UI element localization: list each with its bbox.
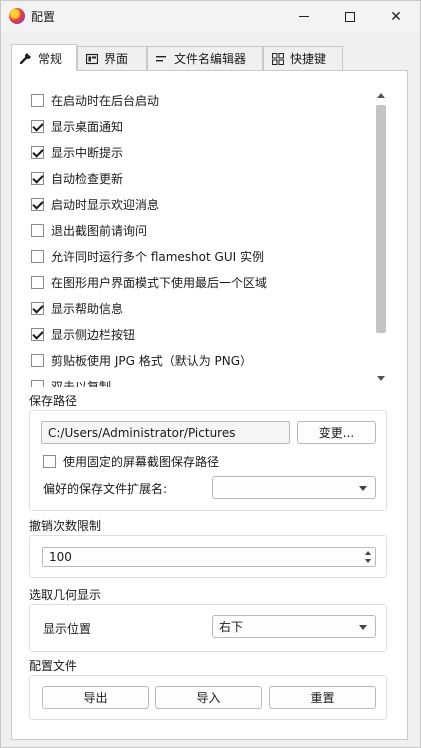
change-path-button[interactable]: 变更... [297, 421, 376, 444]
chevron-down-icon [359, 625, 367, 630]
option-show-desktop-notifications[interactable]: 显示桌面通知 [31, 116, 123, 136]
option-label: 启动时显示欢迎消息 [51, 197, 160, 212]
checkbox[interactable] [31, 223, 44, 237]
checkbox[interactable] [31, 379, 44, 387]
option-show-welcome-message[interactable]: 启动时显示欢迎消息 [31, 194, 159, 214]
checkbox[interactable] [31, 301, 44, 315]
close-icon: ✕ [390, 8, 402, 25]
tab-interface[interactable]: 界面 [77, 46, 147, 70]
close-button[interactable]: ✕ [373, 1, 419, 32]
option-label: 在启动时在后台启动 [51, 93, 160, 108]
config-window: 配置 ✕ 常规 界面 文件名编辑器 快捷键 在启动时在后台启动 显示桌面通知 显… [0, 0, 421, 748]
fixed-save-path-label: 使用固定的屏幕截图保存路径 [63, 454, 220, 469]
title-bar[interactable]: 配置 ✕ [1, 1, 420, 32]
minimize-button[interactable] [281, 1, 327, 32]
minimize-icon [299, 16, 309, 17]
save-path-title: 保存路径 [29, 394, 78, 408]
tab-filename-editor[interactable]: 文件名编辑器 [147, 46, 263, 70]
checkbox[interactable] [31, 275, 44, 289]
wrench-icon [19, 52, 32, 65]
options-scroll-area[interactable]: 在启动时在后台启动 显示桌面通知 显示中断提示 自动检查更新 启动时显示欢迎消息… [21, 85, 391, 387]
checkbox[interactable] [31, 119, 44, 133]
tab-general[interactable]: 常规 [11, 44, 77, 71]
tab-shortcuts[interactable]: 快捷键 [263, 46, 343, 70]
scroll-down-arrow-icon[interactable] [377, 376, 385, 381]
maximize-button[interactable] [327, 1, 373, 32]
checkbox[interactable] [31, 93, 44, 107]
spin-up-icon[interactable] [365, 551, 371, 555]
undo-limit-value: 100 [49, 550, 72, 564]
option-label: 显示中断提示 [51, 145, 124, 160]
option-label: 自动检查更新 [51, 171, 124, 186]
checkbox[interactable] [31, 353, 44, 367]
reset-button[interactable]: 重置 [269, 686, 376, 709]
undo-limit-title: 撤销次数限制 [29, 519, 102, 533]
option-use-last-region[interactable]: 在图形用户界面模式下使用最后一个区域 [31, 272, 267, 292]
chevron-down-icon [359, 486, 367, 491]
option-label: 显示侧边栏按钮 [51, 327, 136, 342]
option-label: 在图形用户界面模式下使用最后一个区域 [51, 275, 268, 290]
option-auto-check-updates[interactable]: 自动检查更新 [31, 168, 123, 188]
option-label: 双击以复制 [51, 379, 112, 388]
checkbox[interactable] [31, 327, 44, 341]
option-allow-multiple-instances[interactable]: 允许同时运行多个 flameshot GUI 实例 [31, 246, 264, 266]
option-show-sidebar-button[interactable]: 显示侧边栏按钮 [31, 324, 135, 344]
option-label: 允许同时运行多个 flameshot GUI 实例 [51, 249, 264, 264]
extension-dropdown[interactable] [212, 476, 376, 499]
tab-shortcuts-label: 快捷键 [290, 52, 327, 66]
option-show-abort-notification[interactable]: 显示中断提示 [31, 142, 123, 162]
checkbox[interactable] [31, 145, 44, 159]
spin-down-icon[interactable] [365, 559, 371, 563]
checkbox[interactable] [31, 171, 44, 185]
display-position-label: 显示位置 [43, 622, 92, 636]
maximize-icon [345, 11, 355, 22]
fixed-save-path-option[interactable]: 使用固定的屏幕截图保存路径 [43, 451, 219, 471]
option-clipboard-jpg[interactable]: 剪贴板使用 JPG 格式（默认为 PNG） [31, 350, 252, 370]
checkbox[interactable] [31, 197, 44, 211]
export-button[interactable]: 导出 [42, 686, 149, 709]
option-label: 退出截图前请询问 [51, 223, 148, 238]
flameshot-app-icon [9, 8, 25, 24]
options-scrollbar[interactable] [374, 89, 388, 385]
tab-interface-label: 界面 [104, 52, 129, 66]
option-ask-before-exit[interactable]: 退出截图前请询问 [31, 220, 147, 240]
tab-general-label: 常规 [38, 51, 63, 66]
config-file-title: 配置文件 [29, 659, 78, 673]
option-double-click-copy[interactable]: 双击以复制 [31, 376, 111, 387]
undo-limit-spinbox[interactable]: 100 [42, 547, 376, 567]
option-label: 剪贴板使用 JPG 格式（默认为 PNG） [51, 353, 253, 368]
option-show-help[interactable]: 显示帮助信息 [31, 298, 123, 318]
layout-icon [85, 53, 99, 65]
import-button[interactable]: 导入 [155, 686, 262, 709]
text-lines-icon [156, 53, 168, 65]
scroll-up-arrow-icon[interactable] [377, 93, 385, 98]
option-label: 显示帮助信息 [51, 301, 124, 316]
checkbox[interactable] [31, 249, 44, 263]
option-start-in-background[interactable]: 在启动时在后台启动 [31, 90, 159, 110]
option-label: 显示桌面通知 [51, 119, 124, 134]
grid-icon [272, 52, 284, 65]
display-position-value: 右下 [219, 620, 244, 634]
tab-filename-editor-label: 文件名编辑器 [174, 52, 247, 66]
geometry-display-title: 选取几何显示 [29, 588, 102, 602]
window-title: 配置 [31, 10, 56, 24]
extension-label: 偏好的保存文件扩展名: [43, 482, 168, 496]
display-position-dropdown[interactable]: 右下 [212, 615, 376, 638]
scrollbar-thumb[interactable] [376, 105, 386, 333]
save-path-field[interactable]: C:/Users/Administrator/Pictures [41, 421, 290, 444]
checkbox[interactable] [43, 454, 56, 468]
